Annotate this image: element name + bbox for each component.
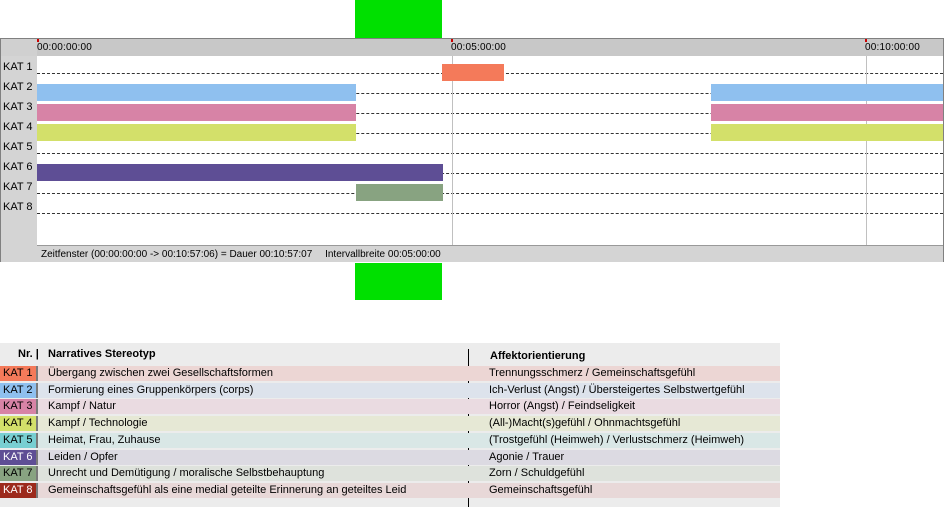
column-header-affect: Affektorientierung xyxy=(490,350,586,362)
row-divider xyxy=(37,193,943,194)
legend-row: KAT 3 Kampf / Natur Horror (Angst) / Feind… xyxy=(0,399,780,415)
legend-header: Nr. | Narratives Stereotyp Affektorienti… xyxy=(0,343,780,365)
row-divider xyxy=(37,153,943,154)
affect-text: Zorn / Schuldgefühl xyxy=(489,467,585,480)
badge-separator xyxy=(36,382,38,398)
affect-text: Gemeinschaftsgefühl xyxy=(489,483,593,496)
selection-highlight-bottom xyxy=(355,263,442,300)
timeline-plot-area[interactable] xyxy=(37,56,943,245)
legend-row: KAT 8 Gemeinschaftsgefühl als eine medial… xyxy=(0,482,780,498)
badge-separator xyxy=(36,466,38,482)
time-window-text: Zeitfenster (00:00:00:00 -> 00:10:57:06)… xyxy=(41,249,313,260)
category-badge: KAT 2 xyxy=(0,382,36,398)
row-divider xyxy=(37,213,943,214)
segment-kat4[interactable] xyxy=(37,124,356,141)
category-label: KAT 5 xyxy=(3,141,33,153)
affect-text: (Trostgefühl (Heimweh) / Verlustschmerz … xyxy=(489,433,745,446)
badge-separator xyxy=(36,416,38,432)
segment-kat3[interactable] xyxy=(37,104,356,121)
category-label: KAT 3 xyxy=(3,101,33,113)
affect-text: Horror (Angst) / Feindseligkeit xyxy=(489,400,636,413)
column-header-stereotype: Narratives Stereotyp xyxy=(48,348,156,360)
category-label: KAT 7 xyxy=(3,181,33,193)
ruler-tick-label: 00:10:00:00 xyxy=(865,42,921,53)
stereotype-text: Formierung eines Gruppenkörpers (corps) xyxy=(48,383,254,396)
legend-row: KAT 4 Kampf / Technologie (All-)Macht(s)ge… xyxy=(0,416,780,432)
interval-width-text: Intervallbreite 00:05:00:00 xyxy=(325,249,441,260)
category-label: KAT 1 xyxy=(3,61,33,73)
badge-separator xyxy=(36,432,38,448)
category-badge: KAT 8 xyxy=(0,482,36,498)
segment-kat6[interactable] xyxy=(37,164,443,181)
legend-row: KAT 6 Leiden / Opfer Agonie / Trauer xyxy=(0,449,780,465)
time-ruler[interactable]: 00:00:00:00 00:05:00:00 00:10:00:00 xyxy=(37,39,943,56)
segment-kat1[interactable] xyxy=(442,64,504,81)
category-label: KAT 2 xyxy=(3,81,33,93)
segment-kat4[interactable] xyxy=(711,124,943,141)
selection-highlight-top xyxy=(355,0,442,38)
legend-row: KAT 5 Heimat, Frau, Zuhause (Trostgefühl (… xyxy=(0,432,780,448)
segment-kat2[interactable] xyxy=(711,84,943,101)
stereotype-text: Unrecht und Demütigung / moralische Selb… xyxy=(48,467,325,480)
affect-text: Ich-Verlust (Angst) / Übersteigertes Sel… xyxy=(489,383,745,396)
segment-kat2[interactable] xyxy=(37,84,356,101)
stereotype-text: Gemeinschaftsgefühl als eine medial gete… xyxy=(48,483,407,496)
category-label: KAT 8 xyxy=(3,201,33,213)
ruler-tick-label: 00:00:00:00 xyxy=(37,42,93,53)
legend-row: KAT 7 Unrecht und Demütigung / moralische… xyxy=(0,466,780,482)
segment-kat7[interactable] xyxy=(356,184,443,201)
badge-separator xyxy=(36,366,38,381)
category-badge: KAT 5 xyxy=(0,432,36,448)
ruler-tick-label: 00:05:00:00 xyxy=(451,42,507,53)
interval-gridline xyxy=(452,56,453,245)
affect-text: Agonie / Trauer xyxy=(489,450,565,463)
segment-kat3[interactable] xyxy=(711,104,943,121)
affect-text: Trennungsschmerz / Gemeinschaftsgefühl xyxy=(489,367,696,379)
category-badge: KAT 6 xyxy=(0,449,36,465)
stereotype-text: Kampf / Technologie xyxy=(48,417,148,430)
badge-separator xyxy=(36,449,38,465)
badge-separator xyxy=(36,482,38,498)
category-badge: KAT 7 xyxy=(0,466,36,482)
column-header-nr: Nr. | xyxy=(18,348,39,360)
category-label-column: KAT 1 KAT 2 KAT 3 KAT 4 KAT 5 KAT 6 KAT … xyxy=(1,56,37,262)
legend-row: KAT 1 Übergang zwischen zwei Gesellschaft… xyxy=(0,366,780,381)
category-badge: KAT 3 xyxy=(0,399,36,415)
category-label: KAT 4 xyxy=(3,121,33,133)
stereotype-text: Leiden / Opfer xyxy=(48,450,118,463)
stereotype-text: Kampf / Natur xyxy=(48,400,116,413)
category-legend-table: Nr. | Narratives Stereotyp Affektorienti… xyxy=(0,343,780,507)
affect-text: (All-)Macht(s)gefühl / Ohnmachtsgefühl xyxy=(489,417,681,430)
stereotype-text: Übergang zwischen zwei Gesellschaftsform… xyxy=(48,367,273,379)
stereotype-text: Heimat, Frau, Zuhause xyxy=(48,433,161,446)
timeline-panel: KAT 1 KAT 2 KAT 3 KAT 4 KAT 5 KAT 6 KAT … xyxy=(0,38,944,262)
status-bar: Zeitfenster (00:00:00:00 -> 00:10:57:06)… xyxy=(37,245,943,262)
badge-separator xyxy=(36,399,38,415)
category-badge: KAT 4 xyxy=(0,416,36,432)
category-label: KAT 6 xyxy=(3,161,33,173)
legend-row: KAT 2 Formierung eines Gruppenkörpers (co… xyxy=(0,382,780,398)
category-badge: KAT 1 xyxy=(0,366,36,381)
